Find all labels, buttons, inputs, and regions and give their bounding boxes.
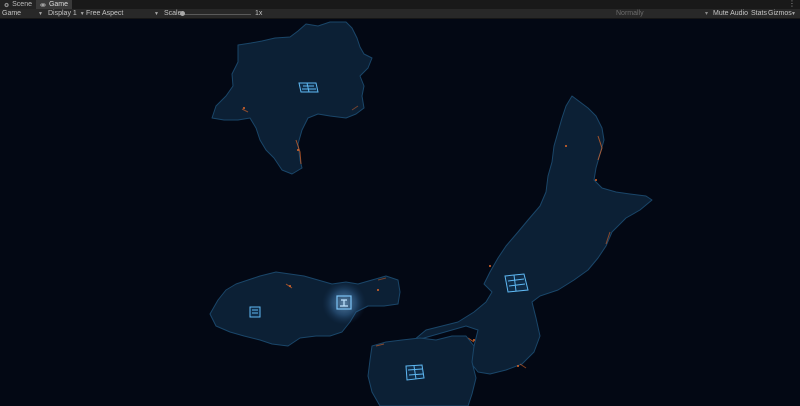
scale-slider-track[interactable] [181, 13, 251, 15]
scale-label: Scale [164, 10, 182, 17]
tab-game-label: Game [48, 1, 68, 8]
chevron-down-icon: ▼ [79, 11, 85, 17]
map-tile-icon-top [298, 82, 319, 93]
stats-toggle[interactable]: Stats [751, 9, 767, 19]
map-tile-icon-middle [249, 306, 261, 318]
display-dropdown[interactable]: Display 1 ▼ [48, 9, 85, 19]
aspect-dropdown-label: Free Aspect [86, 10, 124, 17]
game-render [209, 21, 653, 406]
scene-icon [4, 2, 9, 7]
tab-game[interactable]: Game [36, 0, 72, 9]
scale-slider-handle[interactable] [180, 11, 185, 16]
aspect-dropdown[interactable]: Free Aspect ▼ [86, 9, 159, 19]
chevron-down-icon: ▼ [154, 11, 159, 17]
island-right [413, 95, 653, 375]
editor-tab-bar: Scene Game ⋮ [0, 0, 800, 9]
view-dropdown-label: Game [2, 10, 22, 17]
game-icon [40, 3, 46, 6]
gizmos-toggle[interactable]: Gizmos [768, 9, 792, 19]
tab-scene[interactable]: Scene [0, 0, 36, 9]
game-viewport[interactable] [0, 19, 800, 406]
play-mode-dropdown[interactable]: Normally [616, 9, 644, 19]
mute-audio-toggle[interactable]: Mute Audio [713, 9, 748, 19]
view-dropdown[interactable]: Game ▼ [2, 9, 43, 19]
display-dropdown-label: Display 1 [48, 10, 77, 17]
island-top [211, 21, 373, 175]
map-tile-icon-right [504, 273, 529, 293]
tab-scene-label: Scene [12, 1, 32, 8]
chevron-down-icon: ▼ [38, 11, 43, 17]
gizmos-chevron-icon[interactable]: ▼ [791, 9, 796, 19]
scale-value: 1x [255, 10, 263, 17]
window-menu-icon[interactable]: ⋮ [788, 0, 796, 9]
game-view-toolbar: Game ▼ Display 1 ▼ Free Aspect ▼ Scale 1… [0, 9, 800, 19]
play-mode-chevron-icon[interactable]: ▾ [705, 9, 708, 19]
map-tile-icon-bottom [405, 364, 425, 381]
island-middle [209, 271, 401, 347]
